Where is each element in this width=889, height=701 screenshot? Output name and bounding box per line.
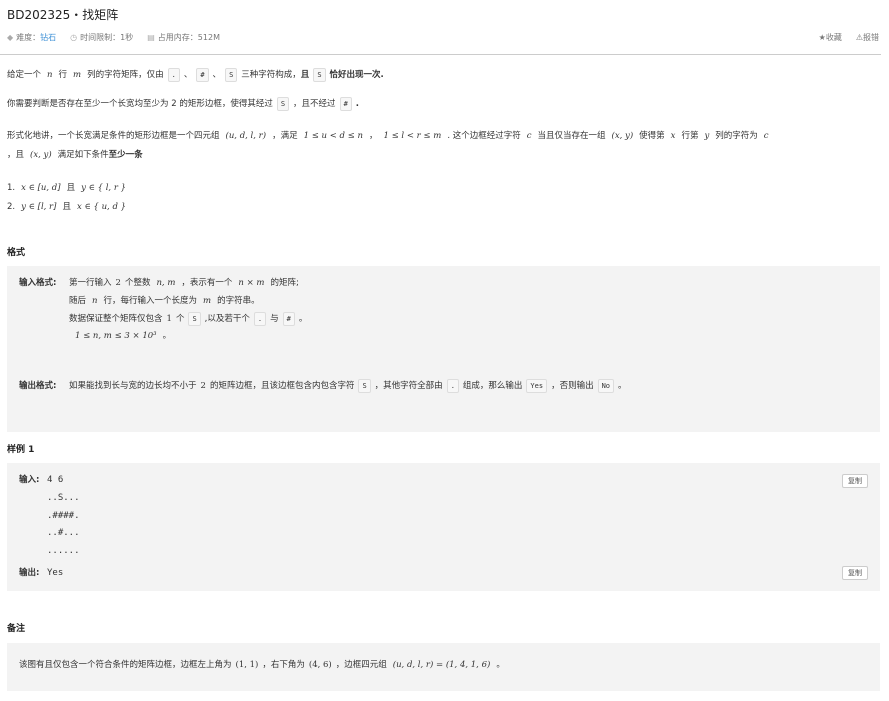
- sample-box: 输入: 4 6 ..S... .####. ..#... ...... 复制 输…: [7, 463, 880, 591]
- divider: [0, 54, 881, 55]
- note-text: 该图有且仅包含一个符合条件的矩阵边框，边框左上角为 (1, 1) ，右下角为 (4, …: [19, 660, 505, 670]
- format-box: 输入格式: 第一行输入 2 个整数 n, m ，表示有一个 n × m 的矩阵; 随后 n 行，…: [7, 266, 880, 432]
- problem-title: BD202325・找矩阵: [7, 8, 119, 22]
- difficulty-value: 钻石: [40, 33, 57, 42]
- copy-output-button[interactable]: 复制: [842, 566, 868, 580]
- output-format-line: 如果能找到长与宽的边长均不小于 2 的矩阵边框，且该边框包含内包含字符 S ，其他字符全…: [69, 379, 627, 393]
- tag-icon: ◆: [7, 33, 14, 42]
- note-box: 该图有且仅包含一个符合条件的矩阵边框，边框左上角为 (1, 1) ，右下角为 (4, …: [7, 643, 880, 691]
- problem-actions: ★收藏 ⚠报错: [819, 32, 879, 43]
- char-hash: #: [196, 68, 209, 82]
- desc-line-4: ，且 (x, y) 满足如下条件至少一条: [7, 150, 143, 160]
- problem-meta: ◆ 难度：钻石 ◷ 时间限制：1秒 ▤ 占用内存：512M: [7, 32, 220, 43]
- sample-output-value: Yes: [47, 568, 64, 578]
- memory-icon: ▤: [147, 33, 155, 42]
- sample-input-line: 4 6: [47, 475, 64, 485]
- sample-input-label: 输入:: [19, 475, 40, 485]
- warning-icon: ⚠: [855, 33, 863, 42]
- char-dot: .: [167, 68, 180, 82]
- sample-output-label: 输出:: [19, 568, 40, 578]
- sample-input-line: ..S...: [47, 493, 80, 503]
- sample-heading: 样例 1: [7, 445, 35, 455]
- desc-line-3: 形式化地讲，一个长宽满足条件的矩形边框是一个四元组 (u, d, l, r) ，满足…: [7, 131, 769, 141]
- condition-2: 2. y ∈ [l, r] 且 x ∈ { u, d }: [7, 202, 126, 212]
- input-format-line-1: 第一行输入 2 个整数 n, m ，表示有一个 n × m 的矩阵;: [69, 278, 299, 288]
- input-format-line-4: 1 ≤ n, m ≤ 3 × 10³。: [75, 331, 172, 341]
- input-format-line-2: 随后 n 行，每行输入一个长度为 m 的字符串。: [69, 296, 260, 306]
- output-format-label: 输出格式:: [19, 381, 57, 391]
- clock-icon: ◷: [70, 33, 78, 42]
- difficulty: ◆ 难度：钻石: [7, 33, 57, 42]
- format-heading: 格式: [7, 248, 26, 258]
- condition-1: 1. x ∈ [u, d] 且 y ∈ { l, r }: [7, 183, 126, 193]
- favorite-button[interactable]: ★收藏: [819, 32, 842, 43]
- memory-limit: ▤ 占用内存：512M: [147, 33, 220, 42]
- sample-input-line: ..#...: [47, 528, 80, 538]
- report-button[interactable]: ⚠报错: [856, 32, 879, 43]
- input-format-label: 输入格式:: [19, 278, 57, 288]
- note-heading: 备注: [7, 624, 26, 634]
- sample-input-line: .####.: [47, 511, 80, 521]
- copy-input-button[interactable]: 复制: [842, 474, 868, 488]
- sample-input-line: ......: [47, 546, 80, 556]
- desc-line-1: 给定一个 n 行 m 列的字符矩阵，仅由.、 #、 S 三种字符构成，且 S 恰好出现一次.: [7, 68, 384, 82]
- desc-line-2: 你需要判断是否存在至少一个长宽均至少为 2 的矩形边框，使得其经过 S ，且不经过 #…: [7, 97, 360, 111]
- star-icon: ★: [818, 33, 826, 42]
- input-format-line-3: 数据保证整个矩阵仅包含 1 个 S ,以及若干个. 与 #。: [69, 312, 308, 326]
- time-limit: ◷ 时间限制：1秒: [70, 33, 134, 42]
- char-s: S: [225, 68, 238, 82]
